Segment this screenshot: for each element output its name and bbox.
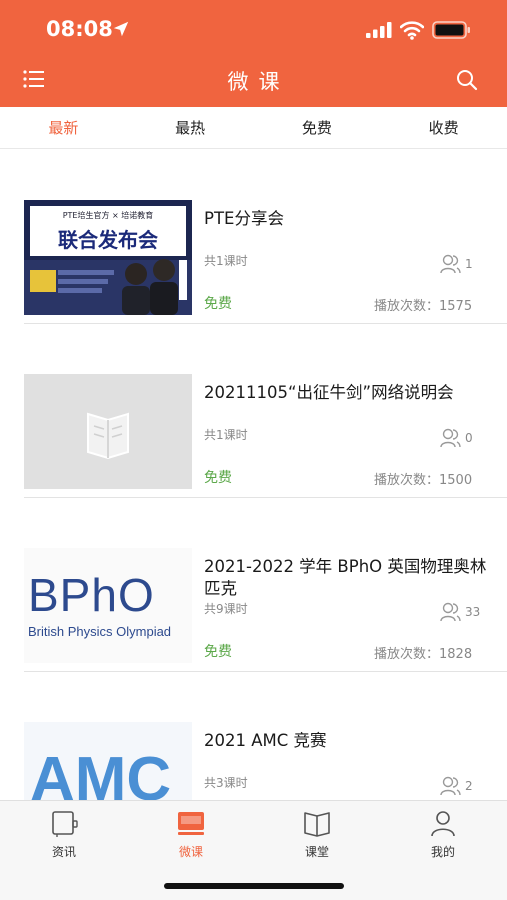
tabbar-news[interactable]: 资讯 bbox=[24, 809, 104, 860]
location-arrow-icon bbox=[113, 21, 129, 37]
course-thumbnail: AMC bbox=[24, 722, 192, 802]
bpho-subtitle: British Physics Olympiad bbox=[28, 624, 172, 639]
price-label: 免费 bbox=[204, 296, 232, 312]
course-thumbnail: BPhO British Physics Olympiad bbox=[24, 548, 192, 663]
course-title: 2021-2022 学年 BPhO 英国物理奥林匹克 bbox=[204, 557, 487, 598]
tabbar-label: 课堂 bbox=[304, 845, 329, 859]
course-title: 20211105“出征牛剑”网络说明会 bbox=[204, 383, 454, 402]
users-icon bbox=[440, 254, 461, 274]
play-count: 播放次数：1500 bbox=[374, 473, 473, 488]
tabbar-label: 资讯 bbox=[51, 845, 76, 859]
tabbar-profile[interactable]: 我的 bbox=[403, 809, 483, 860]
news-icon bbox=[52, 811, 78, 837]
enrolled-number: 0 bbox=[465, 431, 473, 445]
bpho-logo: BPhO bbox=[28, 569, 155, 621]
enrolled-number: 1 bbox=[465, 257, 473, 271]
amc-logo: AMC bbox=[30, 745, 172, 802]
enrolled-count: 1 bbox=[440, 254, 473, 274]
course-title: PTE分享会 bbox=[204, 209, 284, 228]
course-title: 2021 AMC 竞赛 bbox=[204, 731, 327, 750]
users-icon bbox=[440, 776, 461, 796]
enrolled-count: 0 bbox=[440, 428, 473, 448]
users-icon bbox=[440, 428, 461, 448]
profile-icon bbox=[431, 811, 455, 837]
lesson-count: 共3课时 bbox=[204, 776, 248, 790]
tabbar-classroom[interactable]: 课堂 bbox=[277, 809, 357, 860]
lesson-count: 共9课时 bbox=[204, 602, 248, 616]
users-icon bbox=[440, 602, 461, 622]
lesson-count: 共1课时 bbox=[204, 428, 248, 442]
filter-tabs: 最新 最热 免费 收费 bbox=[0, 107, 507, 149]
poster-title: 联合发布会 bbox=[58, 228, 158, 252]
tab-paid[interactable]: 收费 bbox=[380, 107, 507, 148]
course-list: PTE培生官方 × 培诺教育 联合发布会 PTE分享会 共1课时 1 免费 播放… bbox=[0, 150, 507, 802]
home-indicator[interactable] bbox=[164, 883, 344, 889]
course-item-oxbridge[interactable]: 20211105“出征牛剑”网络说明会 共1课时 0 免费 播放次数：1500 bbox=[24, 324, 507, 498]
page-title: 微课 bbox=[227, 70, 290, 94]
enrolled-count: 33 bbox=[440, 602, 480, 622]
enrolled-number: 33 bbox=[465, 605, 481, 619]
enrolled-count: 2 bbox=[440, 776, 473, 796]
lesson-count: 共1课时 bbox=[204, 254, 248, 268]
search-icon[interactable] bbox=[456, 69, 478, 91]
course-item-bpho[interactable]: BPhO British Physics Olympiad 2021-2022 … bbox=[24, 498, 507, 672]
course-thumbnail: PTE培生官方 × 培诺教育 联合发布会 bbox=[24, 200, 192, 315]
course-thumbnail-placeholder bbox=[24, 374, 192, 489]
book-icon bbox=[304, 812, 330, 837]
enrolled-number: 2 bbox=[465, 779, 473, 793]
status-time: 08:08 bbox=[46, 17, 113, 41]
micro-course-icon bbox=[178, 812, 204, 835]
tabbar-label: 微课 bbox=[178, 845, 203, 859]
tabbar-label: 我的 bbox=[430, 845, 455, 859]
tab-free[interactable]: 免费 bbox=[254, 107, 381, 148]
tab-hottest[interactable]: 最热 bbox=[127, 107, 254, 148]
app-header: 08:08 微课 bbox=[0, 0, 507, 107]
price-label: 免费 bbox=[204, 644, 232, 660]
play-count: 播放次数：1828 bbox=[374, 647, 473, 662]
course-item-amc[interactable]: AMC 2021 AMC 竞赛 共3课时 2 bbox=[24, 672, 507, 802]
course-item-pte[interactable]: PTE培生官方 × 培诺教育 联合发布会 PTE分享会 共1课时 1 免费 播放… bbox=[24, 150, 507, 324]
poster-subtitle: PTE培生官方 × 培诺教育 bbox=[62, 211, 154, 220]
cellular-signal-icon bbox=[366, 22, 392, 38]
battery-icon bbox=[432, 21, 470, 39]
wifi-icon bbox=[400, 21, 424, 40]
book-placeholder-icon bbox=[87, 412, 129, 460]
play-count: 播放次数：1575 bbox=[374, 299, 473, 314]
tabbar-micro-course[interactable]: 微课 bbox=[151, 809, 231, 860]
tab-latest[interactable]: 最新 bbox=[0, 107, 127, 148]
price-label: 免费 bbox=[204, 470, 232, 486]
